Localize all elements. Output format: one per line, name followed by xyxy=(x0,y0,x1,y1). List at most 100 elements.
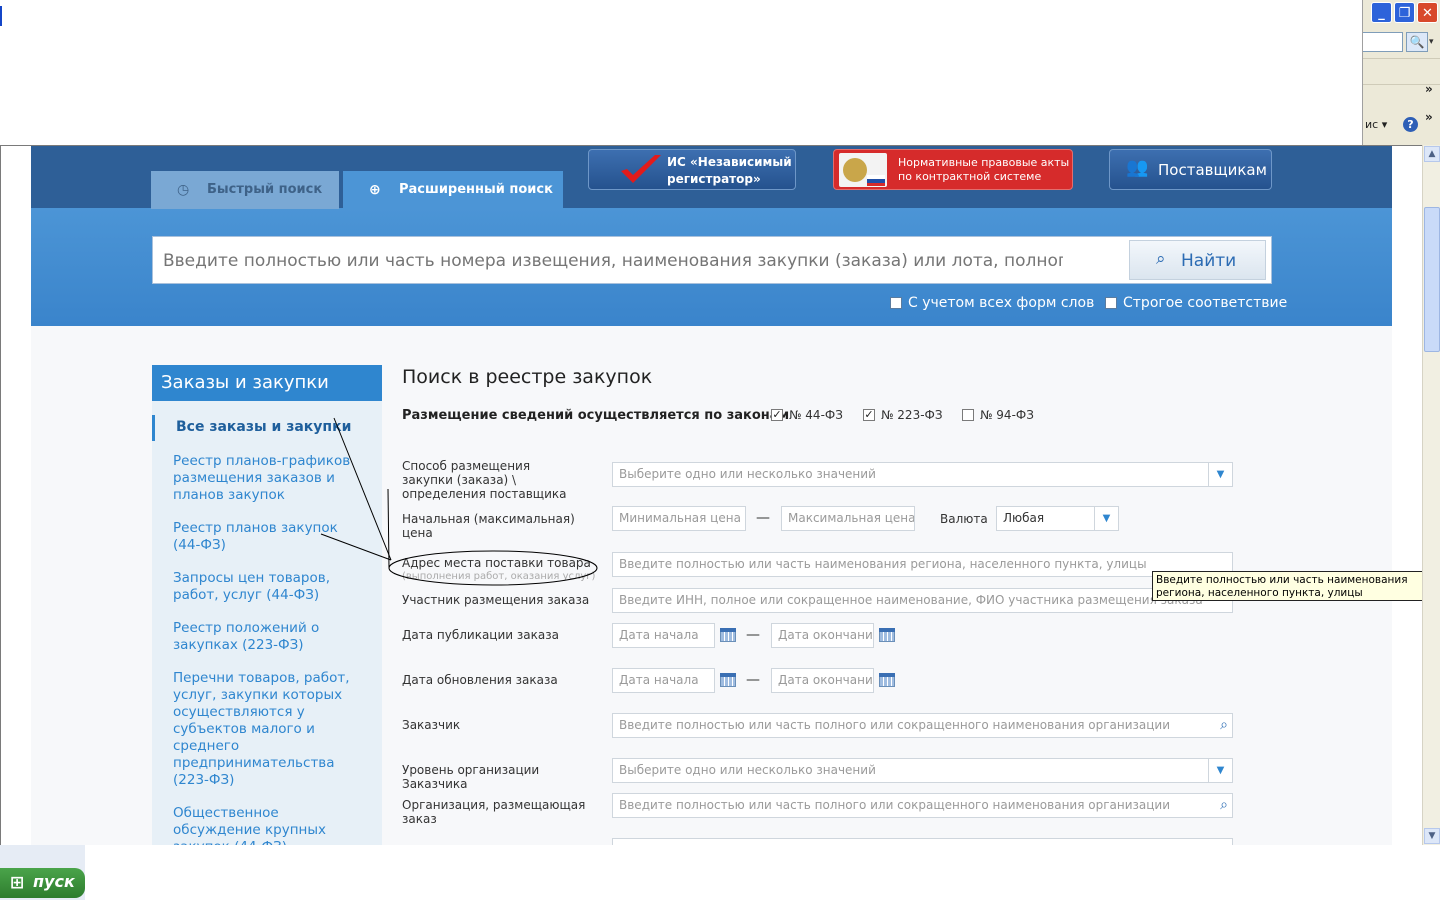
currency-select[interactable]: Любая ▼ xyxy=(996,506,1119,531)
search-icon[interactable]: ⌕ xyxy=(1220,714,1228,737)
address-label: Адрес места поставки товара xyxy=(402,556,591,570)
sidebar-item-public-discussion[interactable]: Общественное обсуждение крупных закупок … xyxy=(173,805,363,845)
maximize-button[interactable]: ❐ xyxy=(1394,2,1415,23)
browser-search-icon[interactable]: 🔍 xyxy=(1406,32,1428,52)
banner-label: Поставщикам xyxy=(1158,161,1267,179)
zoom-icon: ⊕ xyxy=(369,182,381,198)
close-button[interactable]: ✕ xyxy=(1417,2,1438,23)
help-icon[interactable]: ? xyxy=(1403,117,1418,132)
tab-advanced-search[interactable]: ⊕ Расширенный поиск xyxy=(343,171,563,209)
divider xyxy=(1363,58,1440,59)
tab-label: Быстрый поиск xyxy=(207,182,323,197)
sidebar-item-plan-schedules[interactable]: Реестр планов-графиков размещения заказо… xyxy=(173,453,363,504)
tools-menu[interactable]: ис ▾ xyxy=(1365,118,1387,131)
calendar-icon[interactable] xyxy=(720,673,736,687)
checkbox-label: № 223-ФЗ xyxy=(881,408,943,422)
chevron-right-icon[interactable]: » xyxy=(1425,110,1433,124)
method-label: Способ размещения закупки (заказа) \ опр… xyxy=(402,459,567,501)
windows-logo-icon: ⊞ xyxy=(10,873,25,893)
checkbox-box[interactable] xyxy=(1105,297,1117,309)
customer-input[interactable]: Введите полностью или часть полного или … xyxy=(612,713,1233,738)
customer-label: Заказчик xyxy=(402,718,461,732)
people-icon: 👥 xyxy=(1126,157,1149,178)
price-min-input[interactable]: Минимальная цена xyxy=(612,506,746,531)
scroll-up-icon[interactable]: ▲ xyxy=(1424,146,1440,162)
upd-date-end-input[interactable]: Дата окончания xyxy=(771,668,874,693)
upd-date-label: Дата обновления заказа xyxy=(402,673,558,687)
chevron-right-icon[interactable]: » xyxy=(1425,82,1433,96)
calendar-icon[interactable] xyxy=(720,628,736,642)
laws-banner[interactable]: Нормативные правовые акты по контрактной… xyxy=(833,149,1073,190)
input-placeholder: Введите полностью или часть полного или … xyxy=(619,798,1171,812)
checkbox-box[interactable]: ✓ xyxy=(863,409,875,421)
search-icon: ⌕ xyxy=(1156,249,1166,269)
emblem-icon xyxy=(839,153,887,187)
sidebar-item-price-requests[interactable]: Запросы цен товаров, работ, услуг (44-ФЗ… xyxy=(173,570,363,604)
price-label: Начальная (максимальная) цена xyxy=(402,512,575,540)
banner-label: ИС «Независимый регистратор» xyxy=(667,155,792,186)
pub-date-label: Дата публикации заказа xyxy=(402,628,559,642)
checkmark-icon xyxy=(621,155,661,183)
address-sublabel: (выполнения работ, оказания услуг) xyxy=(402,571,596,582)
clock-icon: ◷ xyxy=(177,182,190,198)
org-label: Организация, размещающая заказ xyxy=(402,798,586,826)
browser-search-input[interactable] xyxy=(1363,32,1403,52)
sidebar-item-regulations[interactable]: Реестр положений о закупках (223-ФЗ) xyxy=(173,620,363,654)
chrome-toolbar-right: _ ❐ ✕ 🔍 ▾ » » ис ▾ ? xyxy=(1362,0,1440,145)
calendar-icon[interactable] xyxy=(879,673,895,687)
sidebar-item-all[interactable]: Все заказы и закупки xyxy=(152,415,382,441)
pub-date-end-input[interactable]: Дата окончания xyxy=(771,623,874,648)
sidebar-item-label: Все заказы и закупки xyxy=(176,419,352,435)
screen: _ ❐ ✕ 🔍 ▾ » » ис ▾ ? ◷ Быстрый поиск ⊕ Р… xyxy=(0,0,1440,900)
page-margin-left xyxy=(1,146,31,845)
select-placeholder: Выберите одно или несколько значений xyxy=(619,467,876,481)
page-margin-right xyxy=(1392,146,1422,845)
taskbar: ⊞ пуск xyxy=(0,845,1440,900)
start-label: пуск xyxy=(33,872,75,891)
start-button[interactable]: ⊞ пуск xyxy=(0,868,85,898)
range-dash: — xyxy=(746,672,760,688)
participant-input[interactable]: Введите ИНН, полное или сокращенное наим… xyxy=(612,588,1233,613)
level-select[interactable]: Выберите одно или несколько значений ▼ xyxy=(612,758,1233,783)
checkbox-label: № 94-ФЗ xyxy=(980,408,1034,422)
upd-date-start-input[interactable]: Дата начала xyxy=(612,668,715,693)
range-dash: — xyxy=(756,510,770,526)
sidebar-title: Заказы и закупки xyxy=(152,365,382,401)
chevron-down-icon[interactable]: ▼ xyxy=(1208,759,1232,782)
input-placeholder: Введите полностью или часть полного или … xyxy=(619,718,1171,732)
calendar-icon[interactable] xyxy=(879,628,895,642)
page-title: Поиск в реестре закупок xyxy=(402,366,653,388)
main-search-box: ⌕ Найти xyxy=(152,236,1272,284)
select-placeholder: Выберите одно или несколько значений xyxy=(619,763,876,777)
tooltip: Введите полностью или часть наименования… xyxy=(1152,571,1439,601)
next-field-partial[interactable] xyxy=(612,838,1233,845)
checkbox-box[interactable]: ✓ xyxy=(771,409,783,421)
chevron-down-icon[interactable]: ▼ xyxy=(1208,463,1232,486)
minimize-button[interactable]: _ xyxy=(1371,2,1392,23)
scroll-down-icon[interactable]: ▼ xyxy=(1424,828,1440,844)
pub-date-start-input[interactable]: Дата начала xyxy=(612,623,715,648)
chevron-down-icon[interactable]: ▼ xyxy=(1094,507,1118,530)
org-input[interactable]: Введите полностью или часть полного или … xyxy=(612,793,1233,818)
search-icon[interactable]: ⌕ xyxy=(1220,794,1228,817)
registrar-banner[interactable]: ИС «Независимый регистратор» xyxy=(588,149,796,190)
checkbox-box[interactable] xyxy=(890,297,902,309)
price-max-input[interactable]: Максимальная цена xyxy=(781,506,915,531)
browser-chrome: _ ❐ ✕ 🔍 ▾ » » ис ▾ ? xyxy=(0,0,1440,145)
method-select[interactable]: Выберите одно или несколько значений ▼ xyxy=(612,462,1233,487)
sidebar-item-sme-lists[interactable]: Перечни товаров, работ, услуг, закупки к… xyxy=(173,670,363,789)
main-search-input[interactable] xyxy=(163,250,1063,272)
sidebar-item-purchase-plans[interactable]: Реестр планов закупок (44-ФЗ) xyxy=(173,520,363,554)
vertical-scrollbar[interactable]: ▲ ▼ xyxy=(1422,145,1440,845)
checkbox-label: Строгое соответствие xyxy=(1123,295,1288,311)
checkbox-box[interactable] xyxy=(962,409,974,421)
address-input[interactable]: Введите полностью или часть наименования… xyxy=(612,552,1233,577)
tab-quick-search[interactable]: ◷ Быстрый поиск xyxy=(151,171,339,209)
find-label: Найти xyxy=(1181,251,1237,271)
find-button[interactable]: ⌕ Найти xyxy=(1129,240,1266,280)
scroll-thumb[interactable] xyxy=(1424,207,1440,352)
suppliers-banner[interactable]: 👥 Поставщикам xyxy=(1109,149,1272,190)
select-value: Любая xyxy=(1003,511,1045,525)
participant-label: Участник размещения заказа xyxy=(402,593,590,607)
chevron-down-icon[interactable]: ▾ xyxy=(1429,32,1439,52)
